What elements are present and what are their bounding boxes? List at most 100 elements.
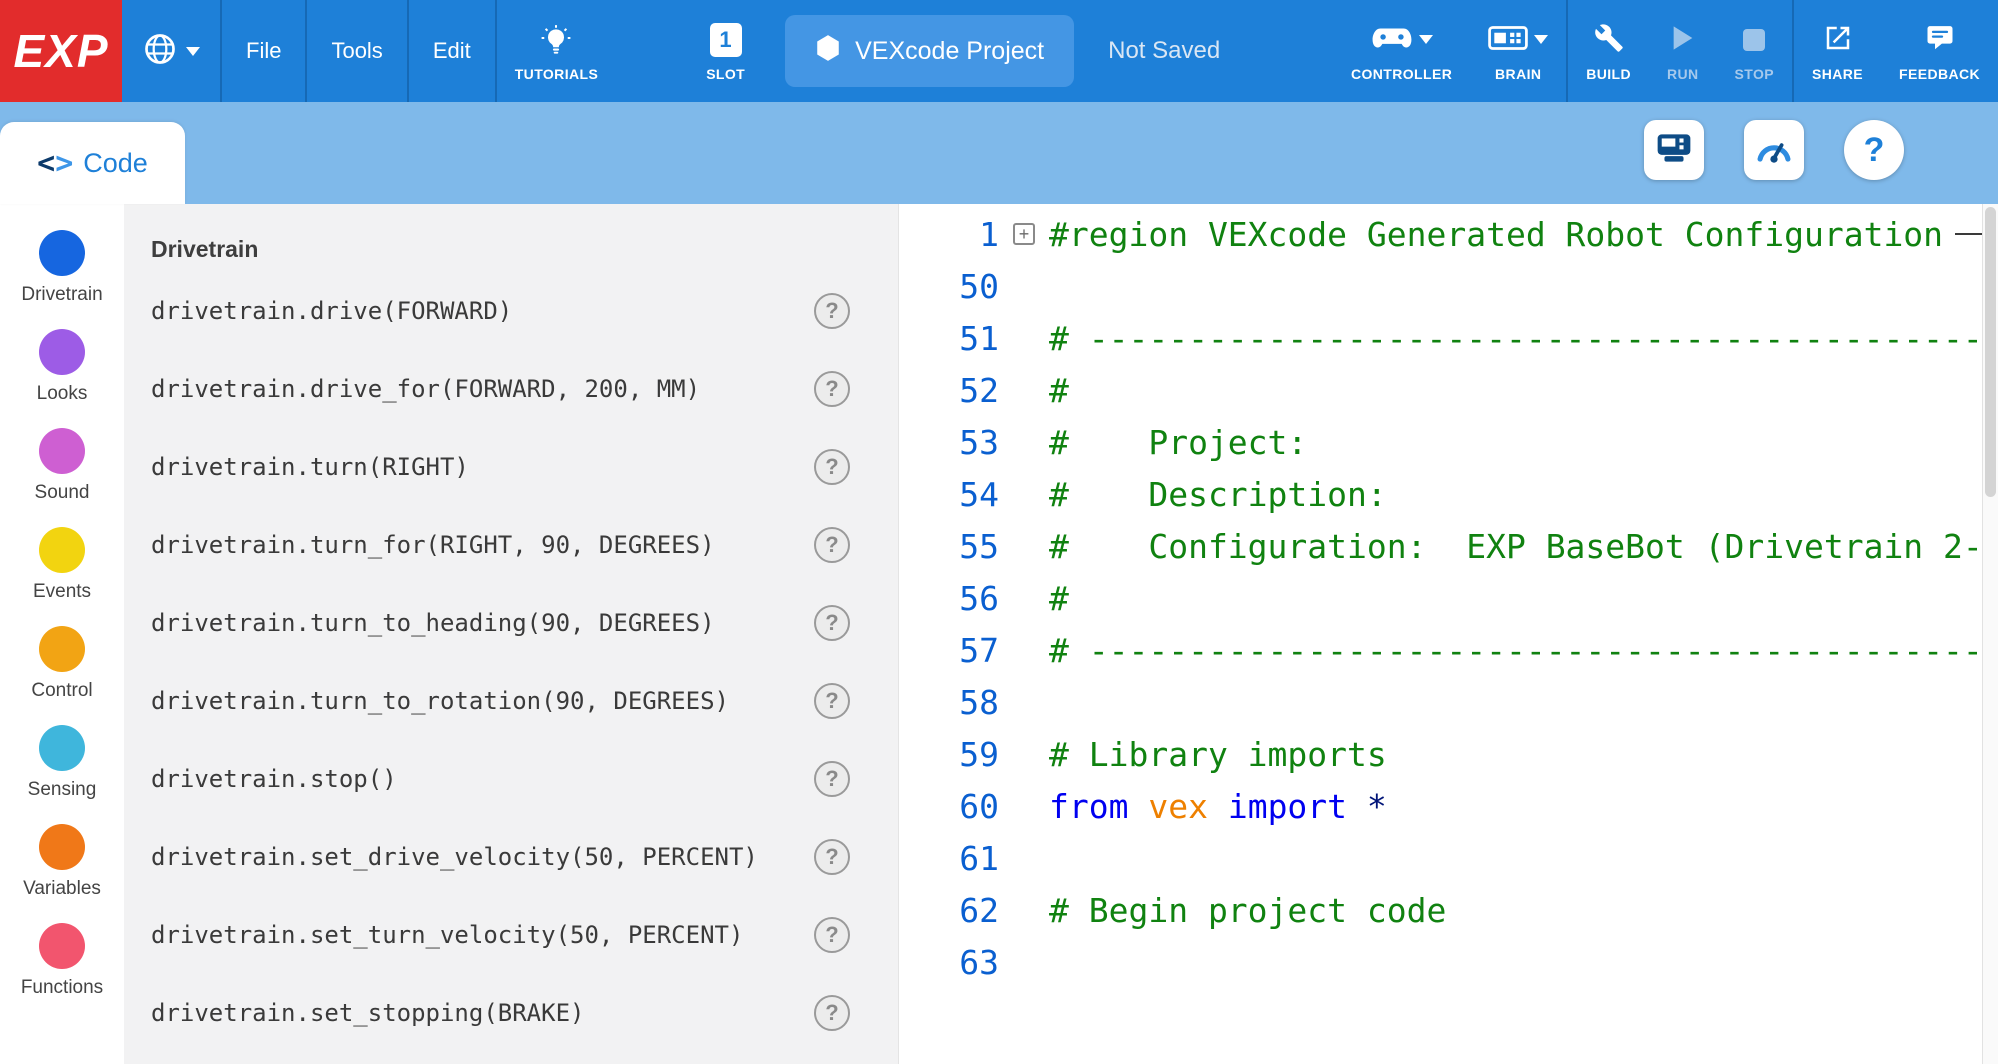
category-circle bbox=[39, 230, 85, 276]
code-brackets-icon: <> bbox=[37, 146, 73, 181]
category-label: Functions bbox=[21, 977, 103, 999]
category-item-sound[interactable]: Sound bbox=[0, 428, 124, 527]
category-item-variables[interactable]: Variables bbox=[0, 824, 124, 923]
line-number: 60 bbox=[899, 787, 999, 826]
tutorials-button[interactable]: TUTORIALS bbox=[497, 0, 616, 102]
run-label: RUN bbox=[1667, 66, 1699, 82]
code-line: 56 # bbox=[899, 572, 1998, 624]
build-label: BUILD bbox=[1586, 66, 1631, 82]
gauge-icon bbox=[1755, 132, 1793, 169]
code-text: # Configuration: EXP BaseBot (Drivetrain… bbox=[1049, 527, 1983, 566]
fold-gutter: + bbox=[999, 223, 1049, 245]
commands-list: drivetrain.drive(FORWARD) ? drivetrain.d… bbox=[124, 272, 898, 1052]
category-item-events[interactable]: Events bbox=[0, 527, 124, 626]
code-line: 63 bbox=[899, 936, 1998, 988]
category-item-functions[interactable]: Functions bbox=[0, 923, 124, 1022]
main-content: Drivetrain Looks Sound Events Control Se… bbox=[0, 204, 1998, 1064]
toolbar-right-group: CONTROLLER bbox=[1333, 0, 1998, 102]
scrollbar-thumb[interactable] bbox=[1985, 207, 1996, 497]
command-row[interactable]: drivetrain.set_stopping(BRAKE) ? bbox=[124, 974, 898, 1052]
command-help-button[interactable]: ? bbox=[814, 605, 850, 641]
category-label: Sound bbox=[35, 482, 90, 504]
code-line: 58 bbox=[899, 676, 1998, 728]
project-name-label: VEXcode Project bbox=[855, 37, 1044, 66]
command-row[interactable]: drivetrain.drive(FORWARD) ? bbox=[124, 272, 898, 350]
monitor-button[interactable] bbox=[1744, 120, 1804, 180]
menu-tools[interactable]: Tools bbox=[307, 0, 406, 102]
code-text: # Library imports bbox=[1049, 735, 1387, 774]
menu-file[interactable]: File bbox=[222, 0, 305, 102]
help-button[interactable]: ? bbox=[1844, 120, 1904, 180]
brain-button[interactable]: BRAIN bbox=[1470, 0, 1566, 102]
editor-scrollbar[interactable] bbox=[1982, 204, 1998, 1064]
lightbulb-icon bbox=[540, 21, 572, 59]
wrench-icon bbox=[1594, 23, 1624, 56]
command-row[interactable]: drivetrain.turn(RIGHT) ? bbox=[124, 428, 898, 506]
build-button[interactable]: BUILD bbox=[1568, 0, 1649, 102]
command-help-button[interactable]: ? bbox=[814, 527, 850, 563]
code-text: # bbox=[1049, 579, 1069, 618]
category-label: Variables bbox=[23, 878, 101, 900]
run-button[interactable]: RUN bbox=[1649, 0, 1717, 102]
fold-expand-icon[interactable]: + bbox=[1013, 223, 1035, 245]
command-help-button[interactable]: ? bbox=[814, 293, 850, 329]
category-item-sensing[interactable]: Sensing bbox=[0, 725, 124, 824]
command-help-button[interactable]: ? bbox=[814, 449, 850, 485]
command-help-button[interactable]: ? bbox=[814, 839, 850, 875]
brain-label: BRAIN bbox=[1495, 66, 1541, 82]
secondary-toolbar: <> Code bbox=[0, 102, 1998, 204]
category-item-control[interactable]: Control bbox=[0, 626, 124, 725]
share-icon bbox=[1823, 23, 1853, 56]
command-text: drivetrain.turn(RIGHT) bbox=[151, 453, 469, 481]
command-text: drivetrain.turn_to_heading(90, DEGREES) bbox=[151, 609, 715, 637]
controller-button[interactable]: CONTROLLER bbox=[1333, 0, 1470, 102]
command-help-button[interactable]: ? bbox=[814, 371, 850, 407]
stop-button[interactable]: STOP bbox=[1717, 0, 1792, 102]
feedback-button[interactable]: FEEDBACK bbox=[1881, 0, 1998, 102]
project-name-button[interactable]: VEXcode Project bbox=[785, 15, 1074, 87]
code-editor[interactable]: 1 + #region VEXcode Generated Robot Conf… bbox=[898, 204, 1998, 1064]
category-circle bbox=[39, 824, 85, 870]
command-help-button[interactable]: ? bbox=[814, 683, 850, 719]
command-row[interactable]: drivetrain.turn_for(RIGHT, 90, DEGREES) … bbox=[124, 506, 898, 584]
share-button[interactable]: SHARE bbox=[1794, 0, 1881, 102]
question-mark-icon: ? bbox=[1864, 131, 1885, 170]
devices-button[interactable] bbox=[1644, 120, 1704, 180]
category-circle bbox=[39, 428, 85, 474]
menu-edit[interactable]: Edit bbox=[409, 0, 495, 102]
command-row[interactable]: drivetrain.stop() ? bbox=[124, 740, 898, 818]
tab-code-label: Code bbox=[83, 148, 148, 179]
command-row[interactable]: drivetrain.turn_to_rotation(90, DEGREES)… bbox=[124, 662, 898, 740]
category-item-looks[interactable]: Looks bbox=[0, 329, 124, 428]
slot-button[interactable]: 1 SLOT bbox=[676, 0, 775, 102]
code-line: 61 bbox=[899, 832, 1998, 884]
command-row[interactable]: drivetrain.turn_to_heading(90, DEGREES) … bbox=[124, 584, 898, 662]
command-row[interactable]: drivetrain.set_drive_velocity(50, PERCEN… bbox=[124, 818, 898, 896]
command-text: drivetrain.drive_for(FORWARD, 200, MM) bbox=[151, 375, 700, 403]
slot-label: SLOT bbox=[706, 66, 745, 82]
stop-icon bbox=[1743, 29, 1765, 51]
tab-code[interactable]: <> Code bbox=[0, 122, 185, 204]
command-text: drivetrain.set_stopping(BRAKE) bbox=[151, 999, 584, 1027]
line-number: 53 bbox=[899, 423, 999, 462]
command-help-button[interactable]: ? bbox=[814, 761, 850, 797]
subbar-tools: ? bbox=[1644, 120, 1904, 180]
command-help-button[interactable]: ? bbox=[814, 917, 850, 953]
command-row[interactable]: drivetrain.set_turn_velocity(50, PERCENT… bbox=[124, 896, 898, 974]
code-line: 54 # Description: bbox=[899, 468, 1998, 520]
category-label: Control bbox=[31, 680, 92, 702]
chevron-down-icon bbox=[186, 47, 200, 56]
command-row[interactable]: drivetrain.drive_for(FORWARD, 200, MM) ? bbox=[124, 350, 898, 428]
language-button[interactable] bbox=[122, 0, 220, 102]
exp-logo-button[interactable]: EXP bbox=[0, 0, 122, 102]
speech-bubble-icon bbox=[1925, 23, 1955, 56]
line-number: 50 bbox=[899, 267, 999, 306]
code-text: # --------------------------------------… bbox=[1049, 319, 1998, 358]
category-item-drivetrain[interactable]: Drivetrain bbox=[0, 230, 124, 329]
controller-label: CONTROLLER bbox=[1351, 66, 1452, 82]
line-number: 59 bbox=[899, 735, 999, 774]
line-number: 1 bbox=[899, 215, 999, 254]
code-line: 1 + #region VEXcode Generated Robot Conf… bbox=[899, 208, 1998, 260]
command-help-button[interactable]: ? bbox=[814, 995, 850, 1031]
category-label: Looks bbox=[37, 383, 88, 405]
